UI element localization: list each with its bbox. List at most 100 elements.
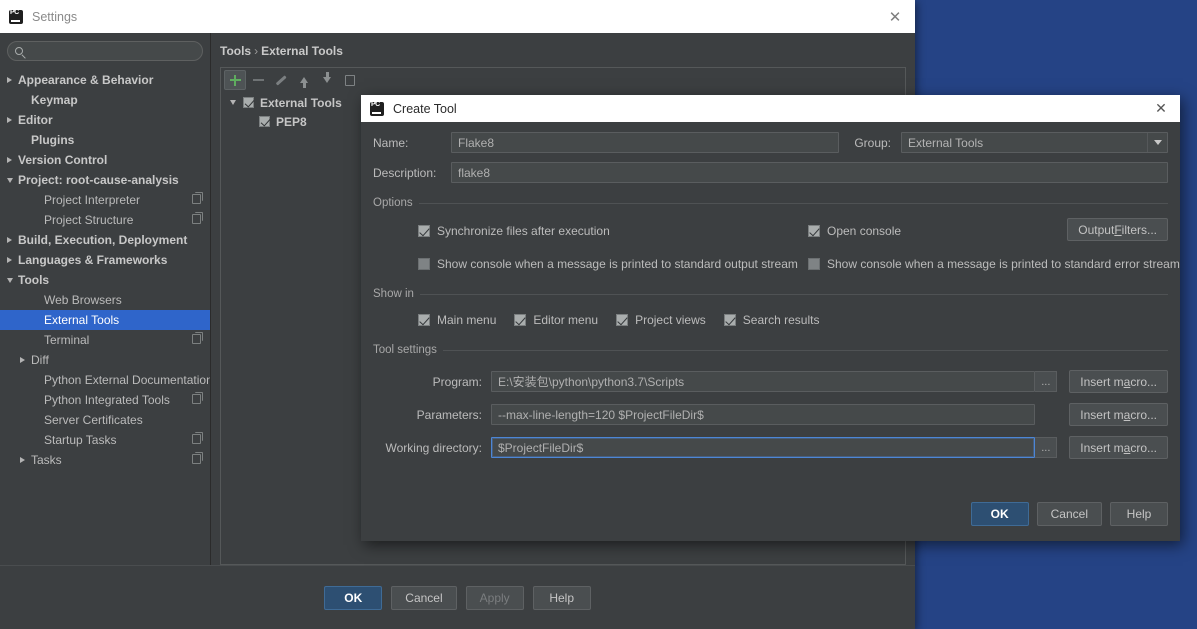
copy-icon (192, 192, 203, 204)
search-box[interactable] (7, 41, 203, 61)
checkbox-icon[interactable] (723, 314, 736, 326)
parameters-field[interactable]: --max-line-length=120 $ProjectFileDir$ (491, 404, 1036, 425)
chevron-down-icon[interactable] (4, 177, 15, 183)
sidebar-item-server-certificates[interactable]: Server Certificates (0, 410, 210, 430)
chevron-right-icon[interactable] (4, 157, 15, 163)
checkbox-icon[interactable] (808, 225, 820, 237)
move-up-icon[interactable] (293, 70, 315, 90)
dialog-ok-button[interactable]: OK (970, 502, 1029, 526)
add-icon[interactable] (224, 70, 246, 90)
checkbox-show-console-stderr[interactable]: Show console when a message is printed t… (808, 257, 1180, 271)
move-down-icon[interactable] (316, 70, 338, 90)
pycharm-logo-icon (9, 9, 23, 24)
search-wrapper (0, 33, 210, 68)
edit-pencil-icon[interactable] (270, 70, 292, 90)
checkbox-main-menu[interactable]: Main menu (418, 313, 496, 327)
checkbox-open-console[interactable]: Open console (808, 224, 901, 238)
sidebar-item-startup-tasks[interactable]: Startup Tasks (0, 430, 210, 450)
search-input[interactable] (28, 44, 195, 58)
dialog-cancel-button[interactable]: Cancel (1036, 502, 1102, 526)
sidebar-item-project-interpreter[interactable]: Project Interpreter (0, 190, 210, 210)
sidebar-item-label: External Tools (44, 313, 120, 327)
insert-macro-post: cro... (1130, 440, 1157, 455)
settings-help-button[interactable]: Help (532, 585, 591, 610)
working-directory-field[interactable]: $ProjectFileDir$ (491, 437, 1036, 458)
move-down-icon-glyph (323, 72, 331, 83)
group-dropdown[interactable]: External Tools (901, 132, 1168, 153)
chevron-right-icon[interactable] (4, 77, 15, 83)
parameters-insert-macro-button[interactable]: Insert m a cro... (1069, 403, 1168, 426)
sidebar-item-label: Diff (31, 353, 49, 367)
checkbox-icon[interactable] (418, 258, 430, 270)
create-tool-dialog: Create Tool ✕ Name: Flake8 Group: Extern… (361, 95, 1180, 541)
working-directory-insert-macro-button[interactable]: Insert m a cro... (1069, 436, 1168, 459)
checkbox-icon[interactable] (808, 258, 820, 270)
sidebar-item-keymap[interactable]: Keymap (0, 90, 210, 110)
program-field[interactable]: E:\安装包\python\python3.7\Scripts (491, 371, 1036, 392)
external-tools-toolbar[interactable] (221, 68, 905, 92)
checkbox-show-console-stdout[interactable]: Show console when a message is printed t… (418, 257, 798, 271)
name-field[interactable]: Flake8 (451, 132, 839, 153)
copy-icon[interactable] (339, 70, 361, 90)
chevron-right-icon[interactable] (4, 117, 15, 123)
settings-category-tree[interactable]: Appearance & Behavior Keymap Editor Plugins… (0, 68, 210, 565)
settings-ok-button[interactable]: OK (324, 585, 383, 610)
dialog-help-button[interactable]: Help (1110, 502, 1168, 526)
description-field-value: flake8 (458, 165, 491, 180)
remove-icon[interactable] (247, 70, 269, 90)
working-directory-browse-button[interactable]: ... (1035, 437, 1058, 458)
checkbox-synchronize-files[interactable]: Synchronize files after execution (418, 224, 610, 238)
sidebar-item-web-browsers[interactable]: Web Browsers (0, 290, 210, 310)
checkbox-project-views[interactable]: Project views (616, 313, 706, 327)
checkbox-editor-menu[interactable]: Editor menu (514, 313, 598, 327)
program-insert-macro-button[interactable]: Insert m a cro... (1069, 370, 1168, 393)
sidebar-item-python-external-documentation[interactable]: Python External Documentation (0, 370, 210, 390)
close-icon[interactable]: ✕ (1152, 100, 1170, 118)
sidebar-item-appearance-behavior[interactable]: Appearance & Behavior (0, 70, 210, 90)
chevron-right-icon[interactable] (17, 357, 28, 363)
program-label: Program: (432, 374, 482, 389)
output-filters-button[interactable]: Output Filters... (1067, 218, 1168, 241)
close-icon[interactable]: ✕ (885, 7, 905, 27)
checkbox-icon[interactable] (243, 97, 254, 108)
sidebar-item-diff[interactable]: Diff (0, 350, 210, 370)
checkbox-label: Search results (742, 313, 820, 327)
copy-icon (192, 392, 203, 404)
sidebar-item-project-structure[interactable]: Project Structure (0, 210, 210, 230)
sidebar-item-build-execution-deployment[interactable]: Build, Execution, Deployment (0, 230, 210, 250)
sidebar-item-editor[interactable]: Editor (0, 110, 210, 130)
sidebar-item-project-root-cause-analysis[interactable]: Project: root-cause-analysis (0, 170, 210, 190)
copy-icon (192, 212, 203, 224)
chevron-right-icon[interactable] (4, 237, 15, 243)
sidebar-item-languages-frameworks[interactable]: Languages & Frameworks (0, 250, 210, 270)
sidebar-item-terminal[interactable]: Terminal (0, 330, 210, 350)
sidebar-item-tools[interactable]: Tools (0, 270, 210, 290)
checkbox-icon[interactable] (418, 314, 430, 326)
settings-titlebar: Settings ✕ (0, 0, 915, 33)
checkbox-icon[interactable] (418, 225, 430, 237)
description-field[interactable]: flake8 (451, 162, 1168, 183)
chevron-right-icon[interactable] (4, 257, 15, 263)
divider (418, 202, 1168, 204)
copy-icon (192, 332, 203, 344)
program-browse-button[interactable]: ... (1035, 371, 1058, 392)
checkbox-icon[interactable] (259, 116, 270, 127)
sidebar-item-plugins[interactable]: Plugins (0, 130, 210, 150)
checkbox-label: Main menu (437, 313, 497, 327)
checkbox-search-results[interactable]: Search results (723, 313, 820, 327)
chevron-right-icon[interactable] (17, 457, 28, 463)
sidebar-item-python-integrated-tools[interactable]: Python Integrated Tools (0, 390, 210, 410)
pycharm-logo-icon (370, 101, 384, 116)
checkbox-icon[interactable] (514, 314, 527, 326)
checkbox-icon[interactable] (616, 314, 629, 326)
chevron-down-icon[interactable] (227, 100, 238, 105)
chevron-down-icon[interactable] (1147, 133, 1167, 152)
sidebar-item-label: Tools (18, 273, 50, 287)
sidebar-item-external-tools[interactable]: External Tools (0, 310, 210, 330)
options-group-header: Options (373, 197, 1168, 209)
sidebar-item-version-control[interactable]: Version Control (0, 150, 210, 170)
breadcrumb-parent[interactable]: Tools (220, 44, 251, 58)
sidebar-item-tasks[interactable]: Tasks (0, 450, 210, 470)
chevron-down-icon[interactable] (4, 277, 15, 283)
settings-cancel-button[interactable]: Cancel (391, 585, 457, 610)
